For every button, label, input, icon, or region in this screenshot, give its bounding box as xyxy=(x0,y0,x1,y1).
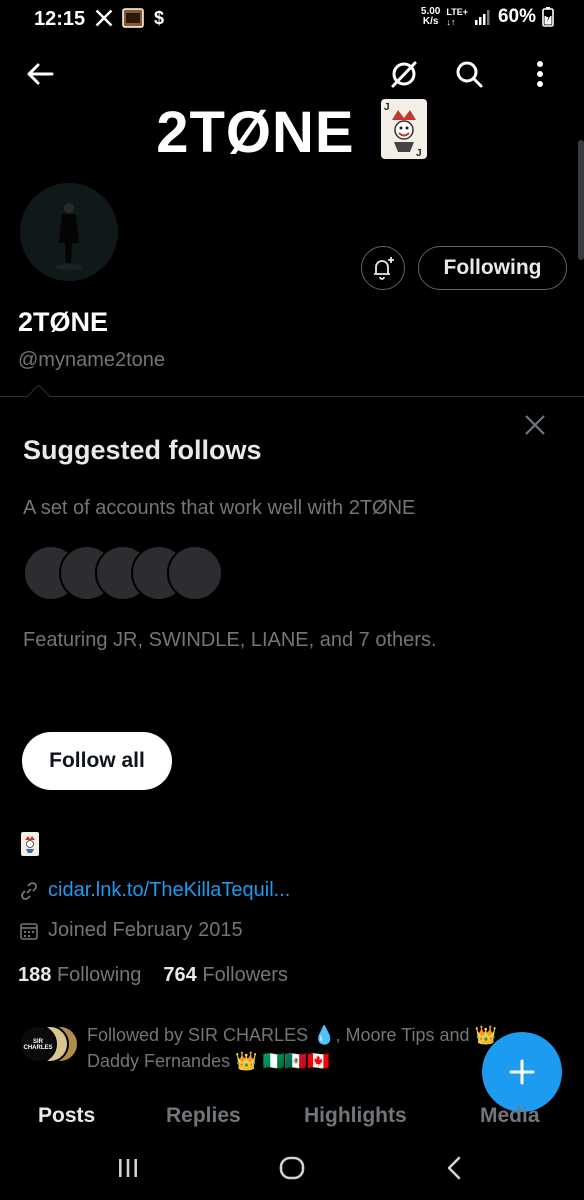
suggested-follows-title: Suggested follows xyxy=(23,435,262,465)
search-button[interactable] xyxy=(449,54,489,94)
battery-charging-icon xyxy=(542,7,554,27)
followed-by-avatar-text: SIR CHARLES xyxy=(23,1039,53,1051)
svg-text:J: J xyxy=(416,148,423,159)
suggested-avatar xyxy=(167,545,223,601)
battery-percentage: 60% xyxy=(497,6,536,27)
search-icon xyxy=(456,61,483,88)
close-icon xyxy=(525,415,545,435)
status-time: 12:15 xyxy=(34,8,86,30)
calendar-icon xyxy=(20,922,38,940)
display-name: 2TØNE xyxy=(18,307,109,337)
tab-posts[interactable]: Posts xyxy=(38,1104,95,1128)
panel-pointer xyxy=(26,384,51,409)
followed-by-text[interactable]: Followed by SIR CHARLES 💧, Moore Tips an… xyxy=(87,1022,537,1074)
avatar-image xyxy=(20,183,118,281)
follow-counts: 188 Following 764 Followers xyxy=(18,964,288,987)
back-arrow-icon xyxy=(27,63,54,85)
compose-post-button[interactable] xyxy=(482,1032,562,1112)
followed-by-line-2: Daddy Fernandes 👑 🇳🇬🇲🇽🇨🇦 xyxy=(87,1051,330,1071)
bell-plus-icon xyxy=(374,257,394,280)
notifications-button[interactable] xyxy=(361,246,405,290)
profile-link-row: cidar.lnk.to/TheKillaTequil... xyxy=(19,879,290,902)
home-button[interactable] xyxy=(278,1155,306,1186)
followers-count-link[interactable]: 764 Followers xyxy=(163,964,288,987)
joined-date: Joined February 2015 xyxy=(48,919,243,941)
suggested-follows-description: A set of accounts that work well with 2T… xyxy=(23,497,416,519)
svg-text:$: $ xyxy=(154,8,164,28)
chevron-left-icon xyxy=(447,1156,461,1180)
link-icon xyxy=(21,881,37,900)
banner: 2TØNE J J xyxy=(0,98,584,166)
followed-by-line-1: Followed by SIR CHARLES 💧, Moore Tips an… xyxy=(87,1025,497,1045)
profile-link[interactable]: cidar.lnk.to/TheKillaTequil... xyxy=(48,879,290,902)
joined-row: Joined February 2015 xyxy=(19,919,243,942)
scrollbar-thumb[interactable] xyxy=(578,140,584,260)
profile-tabs: Posts Replies Highlights Media xyxy=(0,1104,584,1140)
status-right-group: 5.00 K/s LTE+ ↓↑ 60% xyxy=(421,6,554,28)
network-type: LTE+ ↓↑ xyxy=(446,7,468,27)
followers-count: 764 xyxy=(163,964,197,986)
system-back-button[interactable] xyxy=(444,1155,464,1186)
svg-text:J: J xyxy=(384,102,391,113)
divider xyxy=(0,396,584,397)
system-nav-bar xyxy=(0,1144,584,1200)
more-options-button[interactable] xyxy=(520,54,560,94)
grok-button[interactable] xyxy=(384,54,424,94)
recent-apps-button[interactable] xyxy=(116,1156,140,1185)
banner-title: 2TØNE xyxy=(156,100,355,165)
network-speed: 5.00 K/s xyxy=(421,7,440,27)
tab-media[interactable]: Media xyxy=(480,1104,540,1128)
joker-card-icon: J J xyxy=(380,99,427,159)
home-icon xyxy=(279,1156,305,1180)
bio-card-emoji-icon xyxy=(21,832,39,856)
tab-highlights[interactable]: Highlights xyxy=(304,1104,407,1128)
follow-all-button[interactable]: Follow all xyxy=(22,732,172,790)
suggested-avatars[interactable] xyxy=(23,545,223,601)
signal-icon xyxy=(474,10,490,25)
close-suggested-button[interactable] xyxy=(519,409,551,441)
app-notification-icon xyxy=(122,8,144,28)
plus-icon xyxy=(509,1059,535,1085)
recent-apps-icon xyxy=(119,1159,137,1177)
following-count-link[interactable]: 188 Following xyxy=(18,964,141,987)
avatar[interactable] xyxy=(18,181,120,283)
following-label: Following xyxy=(56,964,142,986)
status-notification-icons: $ xyxy=(94,7,170,29)
following-button[interactable]: Following xyxy=(418,246,567,290)
cash-app-icon: $ xyxy=(154,8,164,28)
featuring-text: Featuring JR, SWINDLE, LIANE, and 7 othe… xyxy=(23,629,437,651)
followed-by-avatars[interactable]: SIR CHARLES xyxy=(18,1024,80,1064)
x-logo-icon xyxy=(95,9,113,27)
handle: @myname2tone xyxy=(18,349,166,371)
grok-icon xyxy=(391,61,417,88)
followers-label: Followers xyxy=(202,964,288,986)
following-count: 188 xyxy=(18,964,52,986)
network-type-label: LTE+ xyxy=(446,7,468,17)
more-vertical-icon xyxy=(537,61,543,87)
data-arrows-icon: ↓↑ xyxy=(446,17,456,27)
net-speed-unit: K/s xyxy=(422,16,439,27)
tab-replies[interactable]: Replies xyxy=(166,1104,241,1128)
back-button[interactable] xyxy=(20,54,60,94)
